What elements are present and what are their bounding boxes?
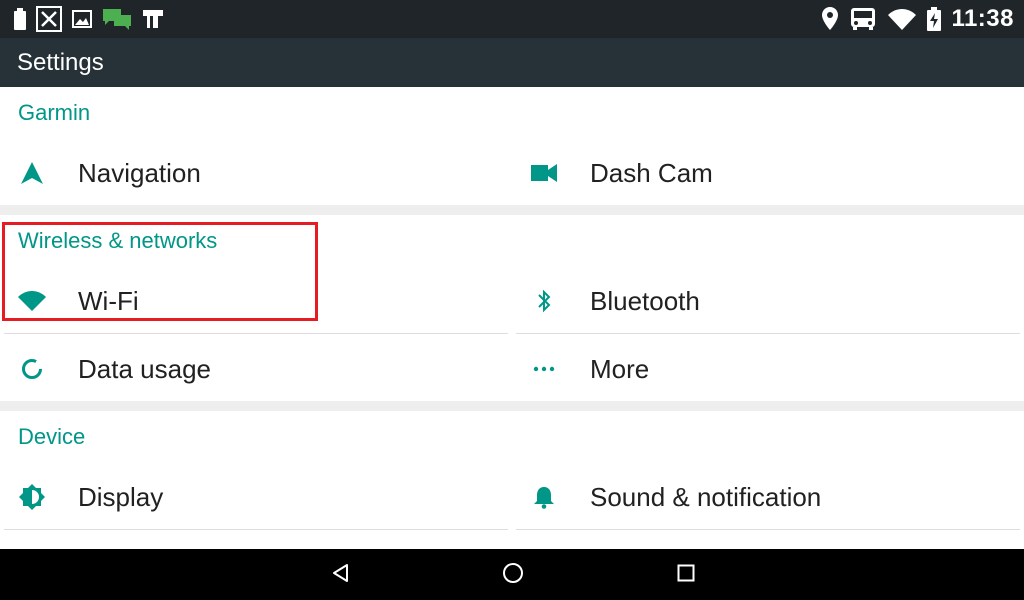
divider [4,333,508,334]
divider [516,529,1020,530]
data-usage-icon [18,355,46,383]
settings-item-label: Sound & notification [590,481,822,512]
more-dots-icon [530,355,558,383]
section-title-device: Device [18,424,86,449]
recents-button[interactable] [672,561,700,589]
battery-saver-icon [14,8,26,30]
settings-item-label: Navigation [78,157,201,188]
image-icon [72,10,92,28]
t-logo-icon [142,8,164,30]
status-right-icons: 11:38 [821,5,1014,32]
recents-icon [677,564,695,587]
brightness-icon [18,483,46,511]
home-icon [502,562,524,589]
settings-item-more[interactable]: More [512,339,1012,399]
location-pin-icon [821,7,839,31]
navigation-bar [0,549,1024,600]
settings-item-data-usage[interactable]: Data usage [0,339,500,399]
back-button[interactable] [327,561,355,589]
clock: 11:38 [951,5,1014,32]
bus-icon [849,7,877,31]
chat-icon [102,8,132,30]
app-bar: Settings [0,38,1024,87]
section-garmin: Garmin Navigation Dash Cam [0,87,1024,205]
section-device: Device Display Sound & notification [0,411,1024,549]
settings-item-dash-cam[interactable]: Dash Cam [512,143,1012,203]
section-title-garmin: Garmin [18,100,91,125]
battery-charging-icon [927,7,942,31]
settings-item-label: More [590,353,650,384]
settings-item-bluetooth[interactable]: Bluetooth [512,271,1012,331]
page-title: Settings [17,49,104,76]
back-icon [331,563,351,588]
divider [4,529,508,530]
home-button[interactable] [499,561,527,589]
settings-item-label: Display [78,481,164,512]
navigation-arrow-icon [18,159,46,187]
settings-item-display[interactable]: Display [0,467,500,527]
wifi-icon [887,8,917,30]
status-bar: 11:38 [0,0,1024,38]
divider [516,333,1020,334]
settings-item-label: Bluetooth [590,285,700,316]
bell-icon [530,483,558,511]
bluetooth-icon [530,287,558,315]
close-box-icon [36,6,62,32]
settings-item-label: Data usage [78,353,211,384]
settings-item-sound-notification[interactable]: Sound & notification [512,467,1012,527]
status-left-icons [14,6,164,32]
settings-item-navigation[interactable]: Navigation [0,143,500,203]
video-camera-icon [530,159,558,187]
highlight-box [2,222,318,321]
settings-item-label: Dash Cam [590,157,713,188]
